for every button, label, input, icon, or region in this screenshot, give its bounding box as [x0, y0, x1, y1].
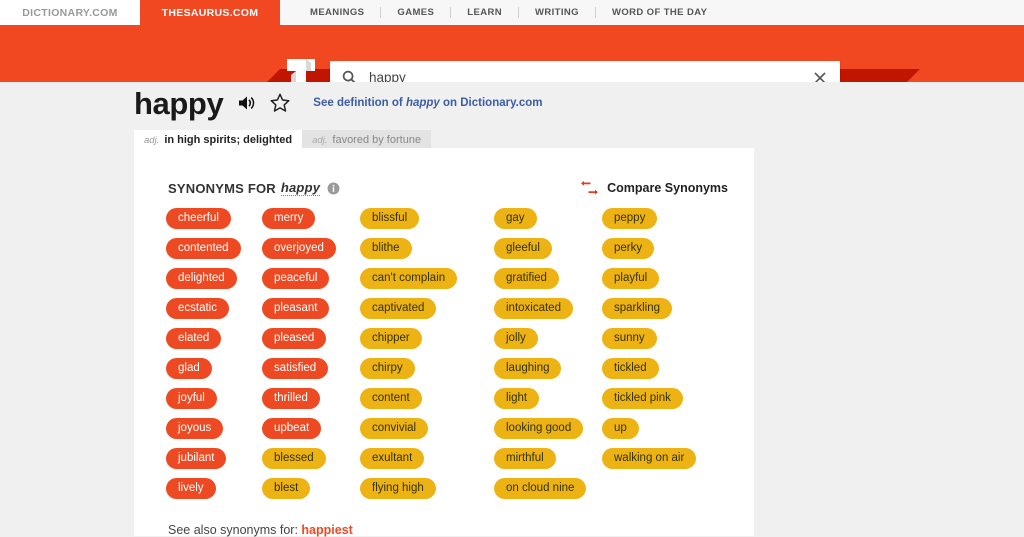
compare-arrows-icon: [581, 181, 599, 195]
synonym-chip[interactable]: captivated: [360, 298, 437, 319]
synonym-chip[interactable]: jolly: [494, 328, 538, 349]
synonym-column-0: cheerful contented delighted ecstatic el…: [166, 208, 262, 508]
synonym-chip[interactable]: merry: [262, 208, 316, 229]
synonym-chip[interactable]: overjoyed: [262, 238, 336, 259]
synonym-chip[interactable]: joyous: [166, 418, 224, 439]
synonym-chip[interactable]: pleased: [262, 328, 327, 349]
see-also-link-happiest[interactable]: happiest: [301, 523, 352, 537]
entry-title-row: happy See definition of happy on Diction…: [134, 83, 542, 123]
synonym-chip[interactable]: tickled: [602, 358, 659, 379]
synonym-chip[interactable]: glad: [166, 358, 212, 379]
synonym-chip[interactable]: on cloud nine: [494, 478, 587, 499]
synonym-column-1: merry overjoyed peaceful pleasant please…: [262, 208, 360, 508]
synonym-chip[interactable]: perky: [602, 238, 655, 259]
synonym-column-3: gay gleeful gratified intoxicated jolly …: [494, 208, 602, 508]
nav-link-word-of-the-day[interactable]: WORD OF THE DAY: [596, 7, 723, 18]
synonym-chip[interactable]: walking on air: [602, 448, 697, 469]
synonym-chip[interactable]: chirpy: [360, 358, 415, 379]
synonym-chip[interactable]: cheerful: [166, 208, 231, 229]
synonym-chip[interactable]: pleasant: [262, 298, 330, 319]
synonym-chip[interactable]: blissful: [360, 208, 420, 229]
definition-tab-1[interactable]: adj. favored by fortune: [302, 130, 432, 150]
search-bar[interactable]: [330, 61, 840, 82]
synonym-column-4: peppy perky playful sparkling sunny tick…: [602, 208, 732, 508]
nav-links-group: MEANINGS GAMES LEARN WRITING WORD OF THE…: [280, 0, 1024, 25]
nav-tab-dictionary[interactable]: DICTIONARY.COM: [0, 0, 140, 25]
synonym-chip[interactable]: joyful: [166, 388, 217, 409]
synonym-chip[interactable]: thrilled: [262, 388, 320, 409]
synonym-chip[interactable]: satisfied: [262, 358, 329, 379]
synonym-chip[interactable]: light: [494, 388, 540, 409]
synonym-chip[interactable]: delighted: [166, 268, 237, 289]
see-also-label: See also synonyms for:: [168, 523, 302, 537]
definition-tab-0[interactable]: adj. in high spirits; delighted: [134, 130, 303, 150]
definition-tabs: adj. in high spirits; delighted adj. fav…: [134, 130, 432, 150]
synonym-chip[interactable]: gleeful: [494, 238, 552, 259]
synonym-chip[interactable]: ecstatic: [166, 298, 229, 319]
synonym-chip[interactable]: laughing: [494, 358, 562, 379]
nav-tab-thesaurus-label: THESAURUS.COM: [161, 6, 259, 19]
synonyms-for-label: SYNONYMS FOR: [168, 180, 276, 196]
site-header: [0, 25, 1024, 82]
definition-tab-0-pos: adj.: [144, 134, 160, 146]
synonym-chip[interactable]: up: [602, 418, 639, 439]
synonym-chip[interactable]: peppy: [602, 208, 658, 229]
synonyms-for-title: SYNONYMS FOR happy: [168, 180, 340, 196]
page-title: happy: [134, 85, 224, 121]
synonym-chip[interactable]: tickled pink: [602, 388, 683, 409]
synonym-chip[interactable]: exultant: [360, 448, 425, 469]
star-outline-icon[interactable]: [269, 92, 291, 114]
synonym-chip[interactable]: jubilant: [166, 448, 227, 469]
search-icon: [342, 70, 357, 82]
info-icon[interactable]: [327, 182, 340, 195]
see-definition-link[interactable]: See definition of happy on Dictionary.co…: [313, 97, 542, 109]
synonym-chip[interactable]: blest: [262, 478, 311, 499]
see-definition-suffix: on Dictionary.com: [439, 97, 543, 109]
synonym-chip[interactable]: content: [360, 388, 422, 409]
definition-tab-0-label: in high spirits; delighted: [164, 134, 293, 146]
synonym-chip[interactable]: peaceful: [262, 268, 330, 289]
synonym-chip[interactable]: elated: [166, 328, 222, 349]
synonyms-card: SYNONYMS FOR happy Compare Synonyms chee…: [134, 148, 754, 537]
see-also-row: See also synonyms for: happiest: [168, 523, 353, 537]
synonym-chip[interactable]: playful: [602, 268, 660, 289]
compare-synonyms-label: Compare Synonyms: [607, 181, 728, 195]
nav-link-meanings[interactable]: MEANINGS: [294, 7, 380, 18]
synonym-chip[interactable]: looking good: [494, 418, 584, 439]
synonym-chip[interactable]: upbeat: [262, 418, 322, 439]
search-input[interactable]: [367, 69, 812, 82]
synonym-chip[interactable]: mirthful: [494, 448, 556, 469]
nav-link-writing[interactable]: WRITING: [519, 7, 595, 18]
nav-link-games[interactable]: GAMES: [381, 7, 450, 18]
close-icon[interactable]: [812, 70, 828, 82]
site-nav-bar: DICTIONARY.COM THESAURUS.COM MEANINGS GA…: [0, 0, 1024, 25]
compare-synonyms-button[interactable]: Compare Synonyms: [581, 181, 728, 195]
see-definition-prefix: See definition of: [313, 97, 406, 109]
synonym-chip[interactable]: contented: [166, 238, 241, 259]
synonym-chip[interactable]: intoxicated: [494, 298, 573, 319]
synonym-chip[interactable]: flying high: [360, 478, 436, 499]
synonym-chip[interactable]: chipper: [360, 328, 422, 349]
synonym-chip[interactable]: sunny: [602, 328, 657, 349]
nav-tab-dictionary-label: DICTIONARY.COM: [22, 6, 118, 19]
synonym-chip[interactable]: blessed: [262, 448, 326, 469]
see-definition-word: happy: [405, 97, 440, 109]
synonym-column-2: blissful blithe can't complain captivate…: [360, 208, 494, 508]
synonym-chip[interactable]: gay: [494, 208, 537, 229]
synonym-chip[interactable]: blithe: [360, 238, 412, 259]
synonyms-for-word: happy: [280, 180, 321, 196]
definition-tab-1-pos: adj.: [312, 134, 328, 146]
synonym-columns: cheerful contented delighted ecstatic el…: [166, 208, 732, 508]
synonym-chip[interactable]: lively: [166, 478, 216, 499]
nav-tab-thesaurus[interactable]: THESAURUS.COM: [140, 0, 280, 25]
speaker-icon[interactable]: [237, 93, 257, 113]
synonyms-header: SYNONYMS FOR happy Compare Synonyms: [168, 180, 728, 196]
synonym-chip[interactable]: sparkling: [602, 298, 673, 319]
definition-tab-1-label: favored by fortune: [332, 134, 422, 146]
synonym-chip[interactable]: convivial: [360, 418, 429, 439]
synonym-chip[interactable]: can't complain: [360, 268, 458, 289]
thesaurus-logo-icon[interactable]: [287, 59, 315, 82]
nav-link-learn[interactable]: LEARN: [451, 7, 518, 18]
synonym-chip[interactable]: gratified: [494, 268, 559, 289]
